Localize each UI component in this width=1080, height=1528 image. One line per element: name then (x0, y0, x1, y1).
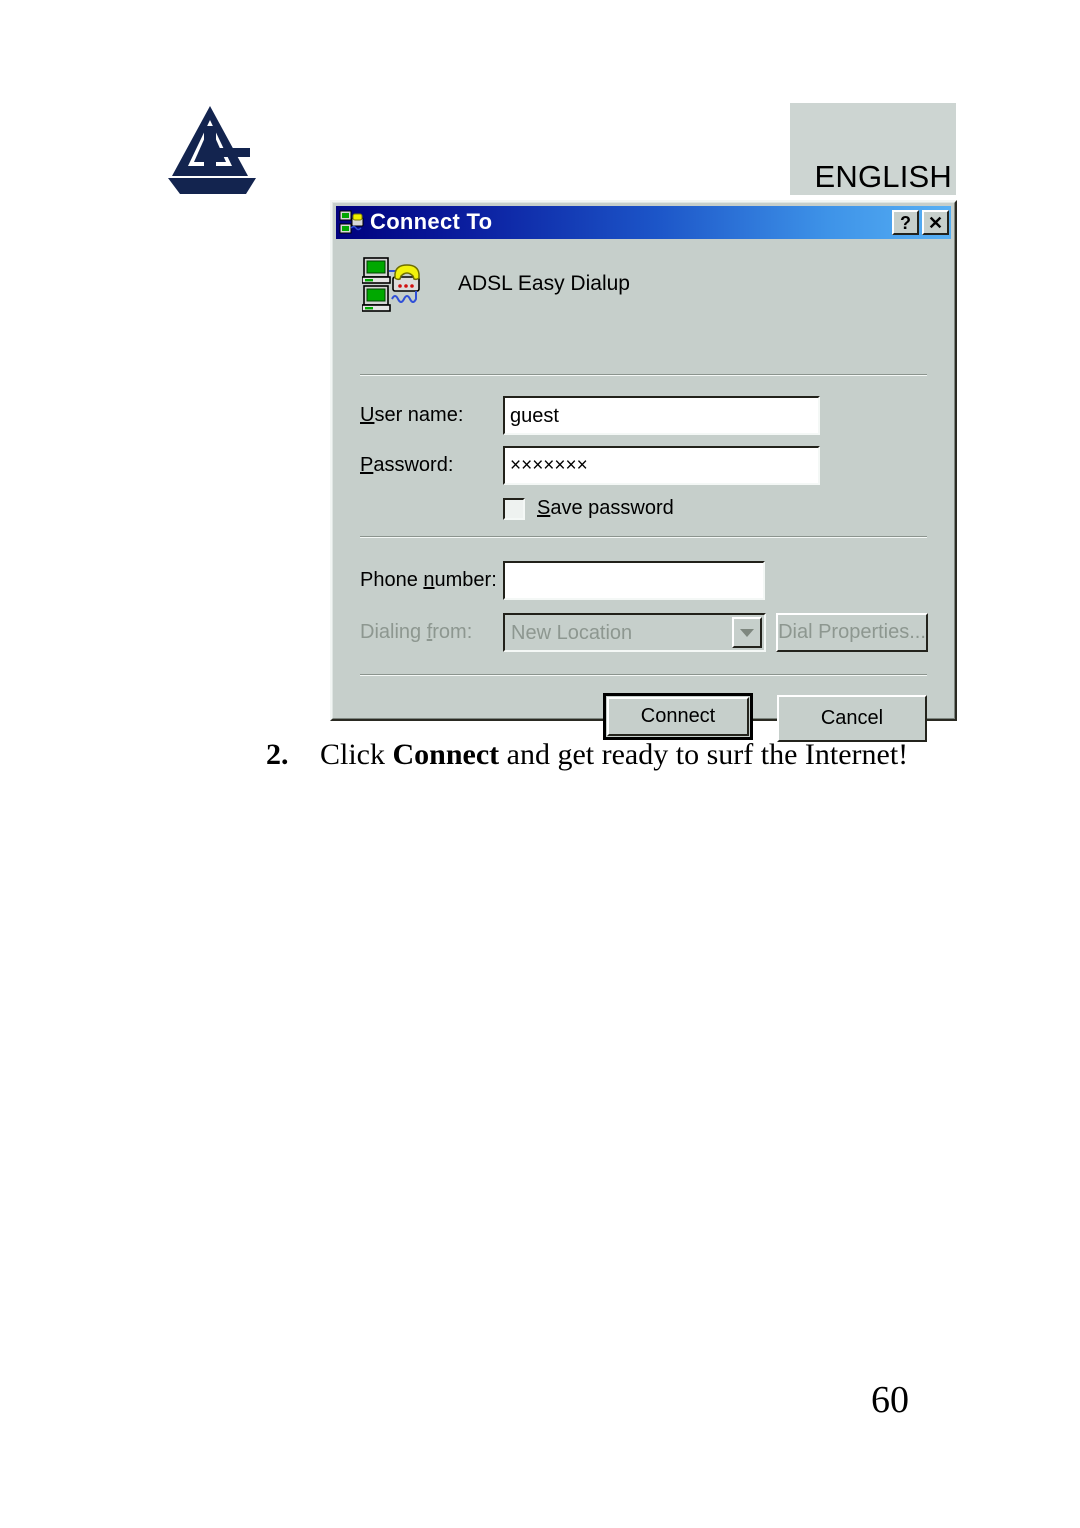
dialog-titlebar[interactable]: Connect To ? ✕ (336, 206, 951, 239)
dialing-from-row: Dialing from: New Location Dial Properti… (360, 613, 928, 652)
manual-page: ENGLISH Connect To ? ✕ ADSL Easy Dialup … (0, 0, 1080, 1528)
save-password-label: Save password (537, 497, 674, 519)
connect-to-dialog: Connect To ? ✕ ADSL Easy Dialup User nam… (330, 200, 957, 742)
cancel-button-label: Cancel (820, 707, 884, 729)
cancel-button[interactable]: Cancel (777, 695, 927, 742)
language-banner: ENGLISH (790, 103, 956, 195)
connect-button[interactable]: Connect (607, 697, 749, 736)
password-row: Password: ××××××× (360, 446, 927, 485)
phone-number-input[interactable] (503, 561, 765, 600)
dialog-client-area: ADSL Easy Dialup User name: guest Passwo… (336, 241, 951, 742)
separator-middle (360, 536, 927, 538)
connect-button-frame: Connect (603, 693, 753, 740)
user-name-label: User name: (360, 404, 464, 426)
phone-number-row: Phone number: (360, 561, 927, 600)
close-icon[interactable]: ✕ (922, 210, 949, 235)
dial-properties-label: Dial Properties... (778, 621, 926, 643)
instruction-text-after: and get ready to surf the Internet! (499, 738, 909, 771)
chevron-down-icon[interactable] (732, 617, 762, 648)
help-button[interactable]: ? (892, 210, 919, 235)
save-password-checkbox[interactable] (503, 497, 525, 520)
connect-button-label: Connect (640, 705, 716, 727)
dialog-title: Connect To (370, 208, 493, 234)
user-name-value: guest (510, 404, 559, 427)
instruction-bold-text: Connect (392, 738, 500, 771)
dial-properties-button[interactable]: Dial Properties... (776, 613, 928, 652)
password-value: ××××××× (510, 455, 588, 476)
dialing-from-select[interactable]: New Location (503, 613, 766, 652)
page-number: 60 (871, 1379, 909, 1421)
separator-top (360, 374, 927, 376)
dialup-connection-icon (339, 210, 365, 236)
atlantis-land-logo (166, 104, 264, 196)
save-password-checkbox-wrap[interactable]: Save password (503, 497, 674, 520)
instruction-number: 2. (266, 738, 289, 771)
dialing-from-label: Dialing from: (360, 621, 473, 643)
password-input[interactable]: ××××××× (503, 446, 820, 485)
instruction-text-before: Click (320, 738, 393, 771)
separator-bottom (360, 674, 927, 676)
user-name-input[interactable]: guest (503, 396, 820, 435)
dialog-bevel: Connect To ? ✕ ADSL Easy Dialup User nam… (332, 202, 955, 742)
instruction-line: 2. Click Connect and get ready to surf th… (266, 738, 966, 772)
password-label: Password: (360, 454, 454, 476)
user-name-row: User name: guest (360, 396, 927, 435)
connection-header: ADSL Easy Dialup (362, 255, 630, 313)
dialup-connection-icon (362, 255, 422, 313)
connection-name: ADSL Easy Dialup (458, 272, 630, 295)
save-password-row: Save password (360, 497, 927, 520)
dialing-from-value: New Location (511, 621, 633, 644)
language-banner-label: ENGLISH (814, 159, 952, 194)
phone-number-label: Phone number: (360, 569, 497, 591)
dialog-button-bar: Connect Cancel (360, 693, 927, 742)
